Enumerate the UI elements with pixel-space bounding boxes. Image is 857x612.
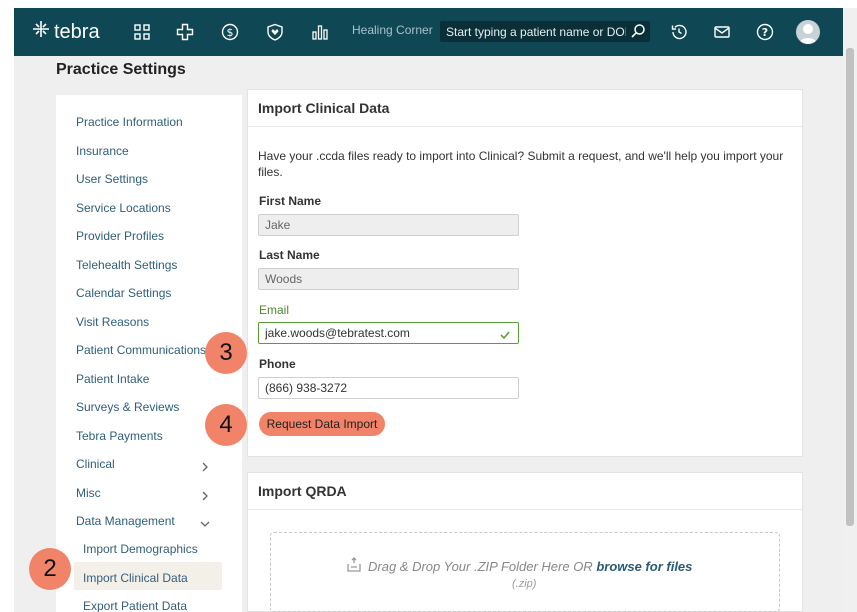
dollar-icon[interactable]: $: [218, 20, 242, 44]
search-input[interactable]: [446, 24, 626, 39]
search-icon[interactable]: [630, 23, 646, 39]
chevron-right-icon[interactable]: [200, 459, 210, 472]
sidebar-item-clinical[interactable]: Clinical: [76, 457, 115, 471]
plus-cross-icon[interactable]: [173, 20, 197, 44]
sidebar-subitem-import-demographics[interactable]: Import Demographics: [83, 542, 198, 556]
sidebar-item-data-management[interactable]: Data Management: [76, 514, 175, 528]
dropzone-instructions: Drag & Drop Your .ZIP Folder Here OR: [368, 559, 597, 574]
sidebar-subitem-import-clinical-data[interactable]: Import Clinical Data: [83, 571, 188, 585]
page-title: Practice Settings: [56, 61, 186, 78]
dropzone-text: Drag & Drop Your .ZIP Folder Here OR bro…: [368, 559, 692, 574]
svg-text:$: $: [227, 26, 234, 39]
sidebar-item-practice-information[interactable]: Practice Information: [76, 115, 183, 129]
card-title: Import QRDA: [248, 473, 802, 510]
step-badge-3: 3: [205, 332, 247, 374]
practice-name[interactable]: Healing Corner: [352, 23, 433, 37]
request-data-import-button[interactable]: Request Data Import: [259, 412, 385, 436]
email-label: Email: [259, 303, 290, 317]
sidebar-item-patient-communications[interactable]: Patient Communications: [76, 343, 206, 357]
grid-icon[interactable]: [130, 20, 154, 44]
bar-chart-icon[interactable]: [308, 20, 332, 44]
sidebar-item-provider-profiles[interactable]: Provider Profiles: [76, 229, 164, 243]
sidebar-item-patient-intake[interactable]: Patient Intake: [76, 372, 149, 386]
checkmark-icon: [499, 328, 511, 340]
logo-text: tebra: [54, 20, 100, 43]
dropzone-file-type: (.zip): [512, 578, 537, 590]
svg-text:?: ?: [762, 26, 768, 39]
sidebar-item-telehealth-settings[interactable]: Telehealth Settings: [76, 258, 177, 272]
phone-label: Phone: [259, 357, 296, 371]
mail-icon[interactable]: [710, 20, 734, 44]
sidebar-item-service-locations[interactable]: Service Locations: [76, 201, 171, 215]
help-icon[interactable]: ?: [753, 20, 777, 44]
import-description: Have your .ccda files ready to import in…: [258, 149, 784, 179]
phone-field[interactable]: [258, 377, 519, 399]
sidebar-item-surveys-reviews[interactable]: Surveys & Reviews: [76, 400, 179, 414]
sidebar-subitem-export-patient-data[interactable]: Export Patient Data: [83, 599, 187, 612]
chevron-right-icon[interactable]: [200, 488, 210, 501]
sidebar-item-calendar-settings[interactable]: Calendar Settings: [76, 286, 171, 300]
email-field[interactable]: [258, 322, 519, 344]
sidebar-item-misc[interactable]: Misc: [76, 486, 101, 500]
patient-search[interactable]: [440, 21, 650, 42]
first-name-field: [258, 214, 519, 236]
scrollbar-thumb[interactable]: [846, 48, 854, 526]
heart-shield-icon[interactable]: [263, 20, 287, 44]
chevron-down-icon[interactable]: [200, 516, 210, 527]
sidebar-item-visit-reasons[interactable]: Visit Reasons: [76, 315, 149, 329]
step-badge-2: 2: [29, 548, 71, 590]
history-icon[interactable]: [667, 20, 691, 44]
browse-files-link[interactable]: browse for files: [596, 559, 692, 574]
card-title: Import Clinical Data: [248, 90, 802, 127]
upload-tray-icon: [346, 557, 362, 573]
last-name-label: Last Name: [259, 248, 320, 262]
last-name-field: [258, 268, 519, 290]
avatar[interactable]: [796, 20, 820, 44]
sidebar-item-user-settings[interactable]: User Settings: [76, 172, 148, 186]
tebra-logo[interactable]: tebra: [32, 20, 100, 44]
sidebar-item-tebra-payments[interactable]: Tebra Payments: [76, 429, 163, 443]
top-navigation-bar: tebra $ Healing Corner Start typing a pa…: [14, 8, 843, 56]
sidebar-item-insurance[interactable]: Insurance: [76, 144, 129, 158]
first-name-label: First Name: [259, 194, 322, 208]
vertical-scrollbar[interactable]: [843, 8, 857, 612]
tebra-mark-icon: [32, 20, 50, 44]
step-badge-4: 4: [205, 404, 247, 446]
